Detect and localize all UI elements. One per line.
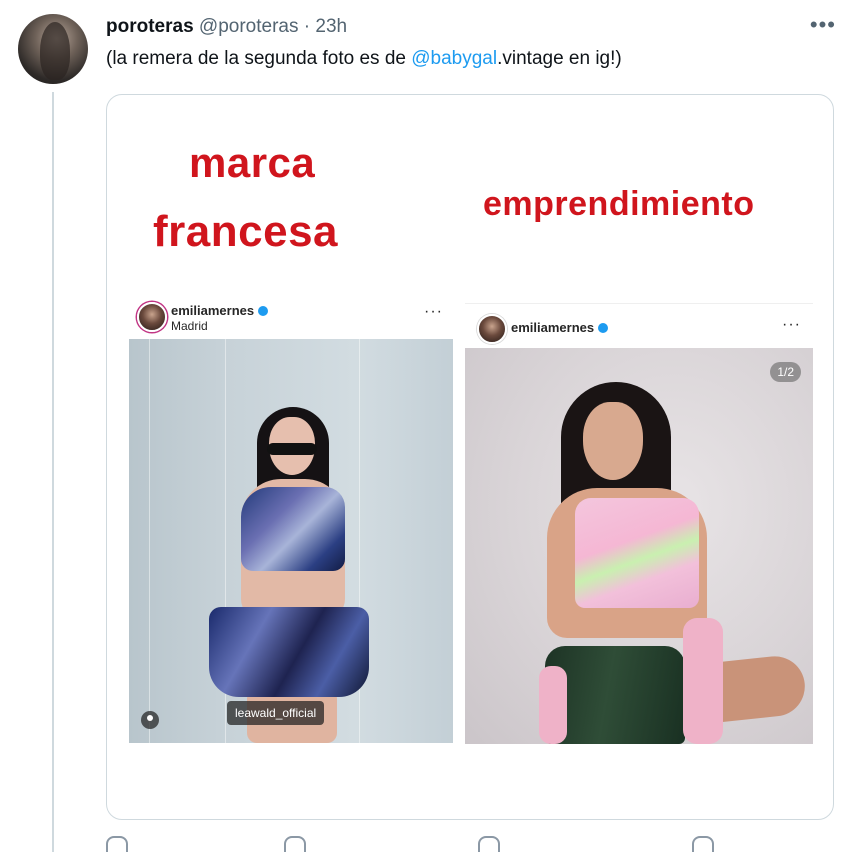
verified-icon xyxy=(258,305,269,316)
label-emprendimiento: emprendimiento xyxy=(483,185,755,223)
thread-line xyxy=(52,92,54,852)
ig-username: emiliamernes xyxy=(511,320,609,335)
ig-username-text: emiliamernes xyxy=(171,303,255,318)
share-icon[interactable] xyxy=(692,836,714,852)
tweet-text: (la remera de la segunda foto es de @bab… xyxy=(106,48,622,70)
wall-seam xyxy=(149,339,150,743)
ig-avatar xyxy=(477,314,507,344)
person-tag-icon xyxy=(141,711,159,729)
ig-more-icon: ··· xyxy=(424,303,443,320)
ig-tag-label: leawald_official xyxy=(227,701,325,725)
ig-photo-left: leawald_official xyxy=(129,339,453,743)
tweet-header: poroteras @poroteras · 23h xyxy=(106,16,347,38)
author-name[interactable]: poroteras xyxy=(106,16,194,37)
tweet-time[interactable]: 23h xyxy=(315,16,347,37)
author-avatar[interactable] xyxy=(18,14,88,84)
header-separator: · xyxy=(303,16,311,37)
ig-more-icon: ··· xyxy=(782,316,801,333)
ig-username-text: emiliamernes xyxy=(511,320,595,335)
retweet-icon[interactable] xyxy=(284,836,306,852)
author-handle[interactable]: @poroteras xyxy=(199,16,299,37)
figure-arm-warmer xyxy=(539,666,567,744)
figure-face xyxy=(583,402,643,480)
tweet-media[interactable]: marca francesa emprendimiento emiliamern… xyxy=(106,94,834,820)
tweet-text-after: .vintage en ig!) xyxy=(497,48,622,69)
instagram-post-right: emiliamernes ··· 1/2 xyxy=(465,303,813,744)
figure-arm-warmer xyxy=(683,618,723,744)
tweet-action-bar xyxy=(106,836,806,852)
ig-location: Madrid xyxy=(171,319,208,333)
figure-skirt xyxy=(209,607,369,697)
reply-icon[interactable] xyxy=(106,836,128,852)
ig-username: emiliamernes xyxy=(171,303,269,318)
label-francesa: francesa xyxy=(153,207,339,256)
ig-carousel-counter: 1/2 xyxy=(770,362,801,382)
mention-link[interactable]: @babygal xyxy=(411,48,497,69)
figure-top xyxy=(575,498,699,608)
figure-top xyxy=(241,487,345,571)
like-icon[interactable] xyxy=(478,836,500,852)
figure-sunglasses xyxy=(267,443,317,455)
more-icon[interactable]: ••• xyxy=(810,14,836,36)
ig-post-header: emiliamernes ··· xyxy=(465,304,813,348)
ig-post-header: emiliamernes Madrid ··· xyxy=(129,295,453,339)
tweet-text-before: (la remera de la segunda foto es de xyxy=(106,48,412,69)
verified-icon xyxy=(598,322,609,333)
ig-avatar xyxy=(137,302,167,332)
ig-photo-right: 1/2 xyxy=(465,348,813,744)
instagram-post-left: emiliamernes Madrid ··· leawald_official xyxy=(129,295,453,743)
label-marca: marca xyxy=(189,139,316,186)
